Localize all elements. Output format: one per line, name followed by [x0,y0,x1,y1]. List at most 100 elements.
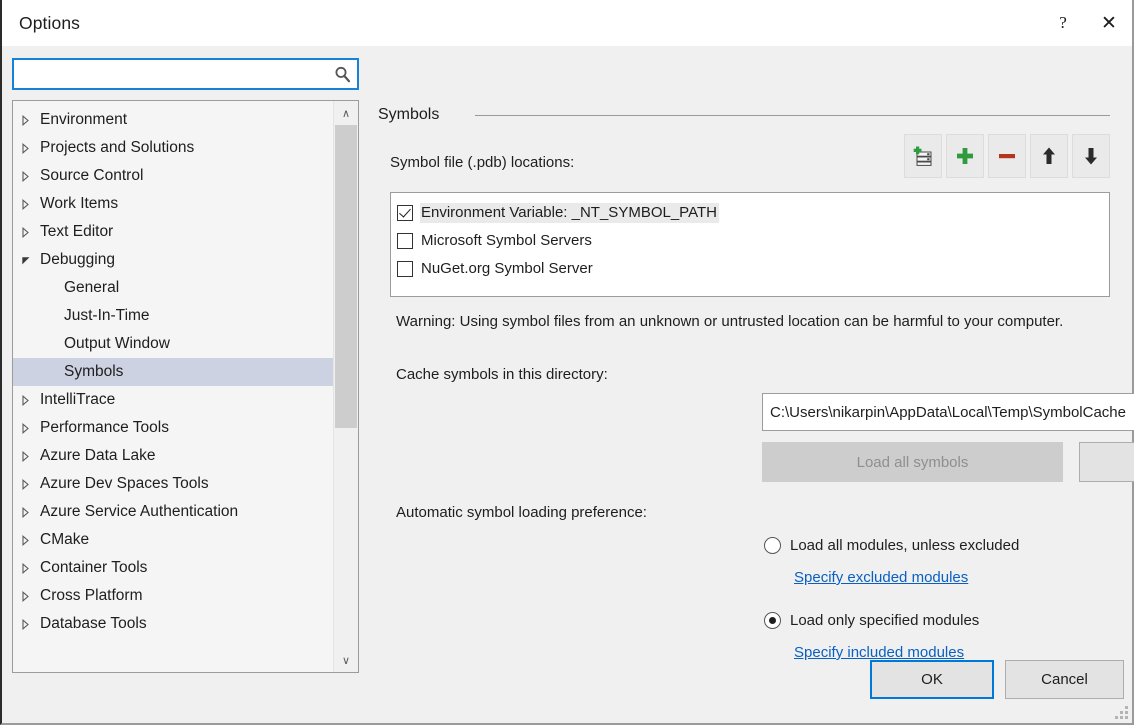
specify-excluded-modules-link[interactable]: Specify excluded modules [794,569,968,586]
resize-grip-icon[interactable] [1115,706,1128,719]
symbols-panel: Symbols Symbol file (.pdb) locations: [372,46,1132,723]
tree-item-label: Azure Data Lake [40,448,155,464]
scroll-up-arrow-icon[interactable]: ∧ [334,101,358,125]
chevron-right-icon[interactable] [21,143,40,154]
symbol-location-row[interactable]: Environment Variable: _NT_SYMBOL_PATH [397,199,1109,227]
window-title: Options [19,13,80,34]
symbol-location-row[interactable]: Microsoft Symbol Servers [397,227,1109,255]
checkbox-unchecked-icon[interactable] [397,233,413,249]
tree-item-work-items[interactable]: Work Items [13,190,333,218]
tree-item-debugging[interactable]: Debugging [13,246,333,274]
tree-item-label: Projects and Solutions [40,140,194,156]
tree-item-azure-dev-spaces-tools[interactable]: Azure Dev Spaces Tools [13,470,333,498]
cache-directory-label: Cache symbols in this directory: [396,366,608,383]
checkbox-checked-icon[interactable] [397,205,413,221]
tree-item-label: General [40,280,119,296]
tree-item-just-in-time[interactable]: Just-In-Time [13,302,333,330]
close-button[interactable]: ✕ [1086,0,1132,46]
tree-item-cross-platform[interactable]: Cross Platform [13,582,333,610]
scrollbar-track[interactable] [334,125,358,648]
tree-item-source-control[interactable]: Source Control [13,162,333,190]
tree-item-label: Environment [40,112,127,128]
symbol-locations-list[interactable]: Environment Variable: _NT_SYMBOL_PATH Mic… [390,192,1110,297]
tree-item-container-tools[interactable]: Container Tools [13,554,333,582]
chevron-right-icon[interactable] [21,423,40,434]
move-up-button[interactable] [1030,134,1068,178]
chevron-right-icon[interactable] [21,227,40,238]
tree-item-environment[interactable]: Environment [13,106,333,134]
radio-load-all-modules[interactable]: Load all modules, unless excluded [764,537,1019,554]
tree-item-intellitrace[interactable]: IntelliTrace [13,386,333,414]
tree-item-symbols[interactable]: Symbols [13,358,333,386]
symbol-location-label: Environment Variable: _NT_SYMBOL_PATH [420,203,719,223]
search-box[interactable] [12,58,359,90]
tree-item-label: Container Tools [40,560,147,576]
scrollbar-thumb[interactable] [335,125,357,428]
tree-item-label: Text Editor [40,224,113,240]
cancel-button[interactable]: Cancel [1005,660,1124,699]
chevron-down-icon[interactable] [21,255,40,266]
checkbox-unchecked-icon[interactable] [397,261,413,277]
search-input[interactable] [14,61,327,87]
ok-button[interactable]: OK [870,660,994,699]
tree-scrollbar[interactable]: ∧ ∨ [333,101,358,672]
radio-label: Load all modules, unless excluded [790,537,1019,554]
load-all-symbols-button[interactable]: Load all symbols [762,442,1063,482]
options-dialog: Options ? ✕ Environ [0,0,1134,725]
tree-item-label: Output Window [40,336,170,352]
radio-button-icon [764,537,781,554]
chevron-right-icon[interactable] [21,199,40,210]
chevron-right-icon[interactable] [21,563,40,574]
chevron-right-icon[interactable] [21,171,40,182]
tree-item-label: Symbols [40,364,123,380]
window-controls: ? ✕ [1040,0,1132,46]
tree-item-performance-tools[interactable]: Performance Tools [13,414,333,442]
tree-item-label: IntelliTrace [40,392,115,408]
tree-item-text-editor[interactable]: Text Editor [13,218,333,246]
move-down-button[interactable] [1072,134,1110,178]
dialog-footer: OK Cancel [2,651,1132,723]
tree-item-projects-and-solutions[interactable]: Projects and Solutions [13,134,333,162]
tree-item-label: Source Control [40,168,143,184]
chevron-right-icon[interactable] [21,535,40,546]
chevron-right-icon[interactable] [21,591,40,602]
chevron-right-icon[interactable] [21,395,40,406]
radio-label: Load only specified modules [790,612,979,629]
symbol-locations-label: Symbol file (.pdb) locations: [390,154,574,171]
tree-item-output-window[interactable]: Output Window [13,330,333,358]
chevron-right-icon[interactable] [21,507,40,518]
tree-item-azure-data-lake[interactable]: Azure Data Lake [13,442,333,470]
tree-item-general[interactable]: General [13,274,333,302]
tree-item-cmake[interactable]: CMake [13,526,333,554]
chevron-right-icon[interactable] [21,479,40,490]
chevron-right-icon[interactable] [21,451,40,462]
tree-item-label: Performance Tools [40,420,169,436]
help-button[interactable]: ? [1040,0,1086,46]
header-divider [475,115,1110,116]
symbol-warning-text: Warning: Using symbol files from an unkn… [396,310,1104,334]
tree-item-label: Just-In-Time [40,308,150,324]
cache-directory-input[interactable] [762,393,1134,431]
symbol-location-label: Microsoft Symbol Servers [420,231,594,251]
symbol-location-label: NuGet.org Symbol Server [420,259,595,279]
remove-location-button[interactable] [988,134,1026,178]
symbol-locations-toolbar [904,134,1110,178]
options-tree-list: Environment Projects and Solutions Source … [13,101,333,672]
tree-item-azure-service-authentication[interactable]: Azure Service Authentication [13,498,333,526]
panel-header: Symbols [378,106,1110,124]
search-icon[interactable] [327,66,357,83]
tree-item-label: Azure Service Authentication [40,504,238,520]
new-symbol-server-location-button[interactable] [904,134,942,178]
symbol-loading-preference-label: Automatic symbol loading preference: [396,504,647,521]
tree-item-label: Database Tools [40,616,147,632]
symbol-location-row[interactable]: NuGet.org Symbol Server [397,255,1109,283]
empty-symbol-cache-button[interactable]: Empty Symbol Cache [1079,442,1134,482]
tree-item-database-tools[interactable]: Database Tools [13,610,333,638]
title-bar: Options ? ✕ [2,0,1132,46]
options-tree[interactable]: Environment Projects and Solutions Source … [12,100,359,673]
add-location-button[interactable] [946,134,984,178]
radio-load-only-specified-modules[interactable]: Load only specified modules [764,612,979,629]
chevron-right-icon[interactable] [21,115,40,126]
chevron-right-icon[interactable] [21,619,40,630]
options-search-area [12,58,359,90]
